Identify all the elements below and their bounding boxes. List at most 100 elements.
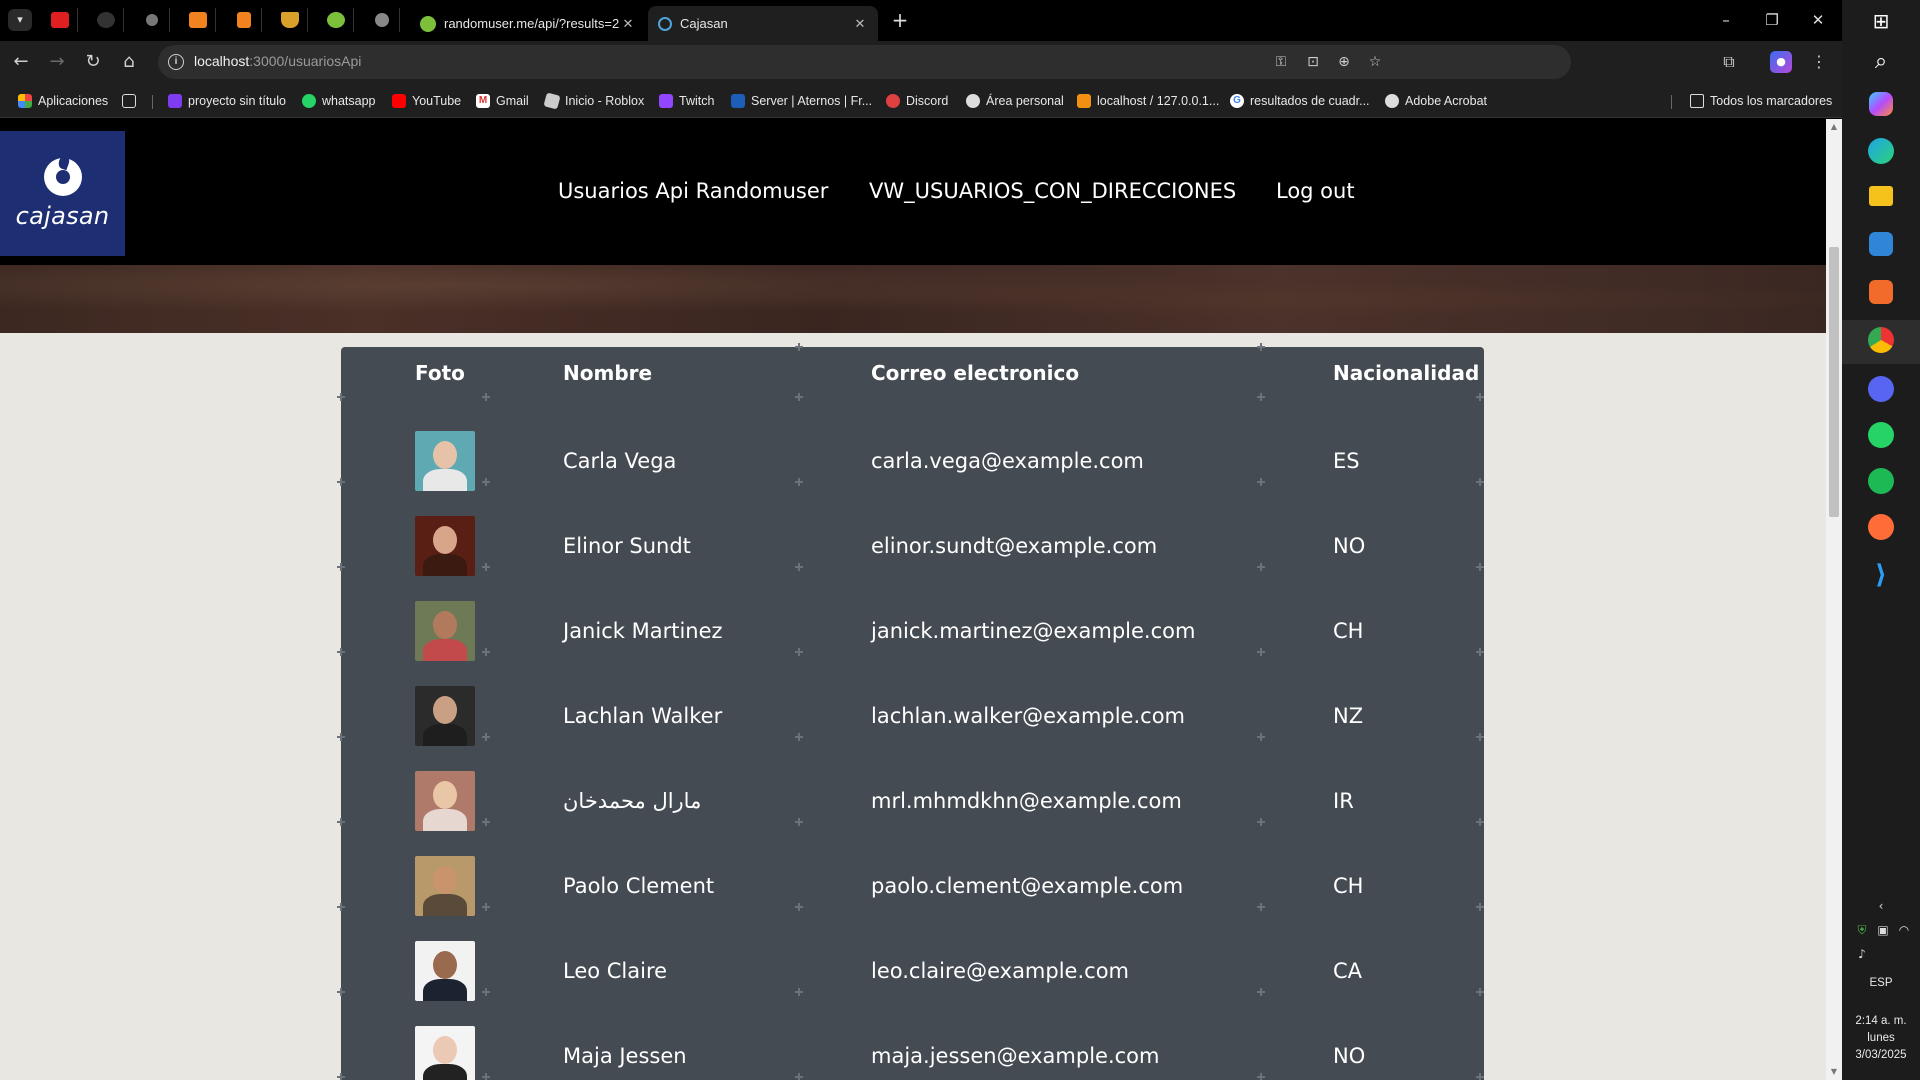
pinned-tab-green[interactable] xyxy=(318,8,354,32)
file-explorer-icon[interactable] xyxy=(1869,186,1893,206)
sparkle-decoration xyxy=(337,393,345,401)
spotify-icon[interactable] xyxy=(1868,468,1894,494)
profile-avatar-icon[interactable]: ● xyxy=(1770,51,1792,73)
bookmark-aplicaciones[interactable]: Aplicaciones xyxy=(18,90,108,112)
clock-day[interactable]: lunes xyxy=(1842,1030,1920,1046)
pinned-tab-grey[interactable] xyxy=(364,8,400,32)
show-hidden-icons-chevron-icon[interactable]: ‹ xyxy=(1873,898,1889,914)
randomuser-favicon-icon xyxy=(420,15,436,32)
photo-face xyxy=(433,696,457,724)
extensions-icon[interactable]: ⧉ xyxy=(1716,49,1742,75)
bookmark-resultados[interactable]: Gresultados de cuadr... xyxy=(1230,90,1370,112)
clock-date[interactable]: 3/03/2025 xyxy=(1842,1047,1920,1063)
bookmark-adobe[interactable]: Adobe Acrobat xyxy=(1385,90,1487,112)
bookmark-youtube[interactable]: YouTube xyxy=(392,90,461,112)
whatsapp-icon[interactable] xyxy=(1868,422,1894,448)
tab-search-button[interactable]: ▾ xyxy=(8,9,32,31)
clock-time[interactable]: 2:14 a. m. xyxy=(1842,1013,1920,1029)
bookmark-area-personal[interactable]: Área personal xyxy=(966,90,1064,112)
back-button[interactable]: ← xyxy=(8,49,34,75)
nav-log-out[interactable]: Log out xyxy=(1276,179,1355,203)
globe-icon xyxy=(1385,94,1399,108)
nav-vw-usuarios[interactable]: VW_USUARIOS_CON_DIRECCIONES xyxy=(869,179,1236,203)
roblox-icon xyxy=(543,92,561,110)
user-photo xyxy=(415,601,475,661)
pinned-tab-linkedin[interactable] xyxy=(226,8,262,32)
copilot-icon[interactable] xyxy=(1869,92,1893,116)
tab-cajasan[interactable]: Cajasan ✕ xyxy=(648,6,878,41)
site-info-icon[interactable]: i xyxy=(168,54,184,70)
chrome-icon[interactable] xyxy=(1868,327,1894,353)
photo-body xyxy=(423,1064,467,1080)
twitch-icon xyxy=(659,94,673,108)
password-key-icon[interactable]: ⚿ xyxy=(1271,52,1291,72)
pinned-tab-github[interactable] xyxy=(88,8,124,32)
windows-start-icon[interactable]: ⊞ xyxy=(1866,6,1896,36)
input-language[interactable]: ESP xyxy=(1842,975,1920,991)
cajasan-logo[interactable]: cajasan xyxy=(0,131,125,256)
xampp-icon[interactable] xyxy=(1869,280,1893,304)
page-scrollbar[interactable]: ▲ ▼ xyxy=(1826,119,1842,1080)
table-row: Maja Jessen maja.jessen@example.com NO xyxy=(341,1026,1484,1080)
search-icon[interactable]: ⌕ xyxy=(1866,46,1896,76)
postman-icon[interactable] xyxy=(1868,514,1894,540)
wifi-icon[interactable]: ◠ xyxy=(1896,922,1912,938)
nav-usuarios-api[interactable]: Usuarios Api Randomuser xyxy=(558,179,828,203)
table-row: Leo Claire leo.claire@example.com CA xyxy=(341,941,1484,1026)
bookmark-roblox[interactable]: Inicio - Roblox xyxy=(543,90,644,112)
user-email: lachlan.walker@example.com xyxy=(871,704,1186,728)
moodle-icon xyxy=(966,94,980,108)
vscode-icon[interactable]: ⟩ xyxy=(1866,560,1896,590)
tab-groups-button[interactable] xyxy=(122,90,142,112)
bookmark-star-icon[interactable]: ☆ xyxy=(1365,52,1385,72)
all-bookmarks-folder[interactable]: Todos los marcadores xyxy=(1690,90,1832,112)
scrollbar-thumb[interactable] xyxy=(1829,247,1839,517)
security-shield-icon[interactable]: ⛨ xyxy=(1854,922,1870,938)
close-window-button[interactable]: ✕ xyxy=(1800,7,1836,33)
network-device-icon[interactable]: ▣ xyxy=(1875,922,1891,938)
bookmark-label: Área personal xyxy=(986,94,1064,108)
bookmark-localhost[interactable]: localhost / 127.0.0.1... xyxy=(1077,90,1219,112)
pinned-tab-chatgpt[interactable] xyxy=(134,8,170,32)
sparkle-decoration xyxy=(795,393,803,401)
table-row: Carla Vega carla.vega@example.com ES xyxy=(341,431,1484,516)
scroll-down-arrow-icon[interactable]: ▼ xyxy=(1826,1064,1842,1080)
photo-body xyxy=(423,979,467,1001)
tab-randomuser[interactable]: randomuser.me/api/?results=2 ✕ xyxy=(410,6,646,41)
bookmark-label: Discord xyxy=(906,94,949,108)
close-tab-icon[interactable]: ✕ xyxy=(620,16,636,32)
bookmark-gmail[interactable]: M Gmail xyxy=(476,90,529,112)
address-bar[interactable]: i localhost:3000/usuariosApi ⚿ ⊡ ⊕ ☆ xyxy=(158,45,1571,79)
zoom-icon[interactable]: ⊕ xyxy=(1334,52,1354,72)
volume-icon[interactable]: ♪ xyxy=(1854,946,1870,962)
forward-button[interactable]: → xyxy=(44,49,70,75)
cajasan-logo-icon xyxy=(43,157,82,196)
scroll-up-arrow-icon[interactable]: ▲ xyxy=(1826,119,1842,135)
bookmark-aternos[interactable]: Server | Aternos | Fr... xyxy=(731,90,872,112)
folder-icon xyxy=(1690,94,1704,108)
bookmark-label: Twitch xyxy=(679,94,715,108)
pinned-tab-medal[interactable] xyxy=(272,8,308,32)
medal-icon xyxy=(280,12,299,28)
discord-icon[interactable] xyxy=(1868,376,1894,402)
bookmark-discord[interactable]: Discord xyxy=(886,90,948,112)
edge-icon[interactable] xyxy=(1868,138,1894,164)
pinned-tab-blogger[interactable] xyxy=(180,8,216,32)
restore-button[interactable]: ❐ xyxy=(1754,7,1790,33)
bookmark-label: Adobe Acrobat xyxy=(1405,94,1488,108)
install-app-icon[interactable]: ⊡ xyxy=(1303,52,1323,72)
bookmark-twitch[interactable]: Twitch xyxy=(659,90,714,112)
bookmark-whatsapp[interactable]: whatsapp xyxy=(302,90,376,112)
home-button[interactable]: ⌂ xyxy=(116,49,142,75)
close-tab-icon[interactable]: ✕ xyxy=(852,16,868,32)
photo-body xyxy=(423,554,467,576)
user-email: leo.claire@example.com xyxy=(871,959,1129,983)
bookmark-proyecto[interactable]: proyecto sin título xyxy=(168,90,286,112)
google-icon: G xyxy=(1230,94,1244,108)
reload-button[interactable]: ↻ xyxy=(80,49,106,75)
store-icon[interactable] xyxy=(1869,232,1893,256)
minimize-button[interactable]: – xyxy=(1708,7,1744,33)
menu-kebab-icon[interactable]: ⋮ xyxy=(1806,49,1832,75)
pinned-tab-youtube[interactable] xyxy=(42,8,78,32)
new-tab-button[interactable]: + xyxy=(888,8,912,32)
